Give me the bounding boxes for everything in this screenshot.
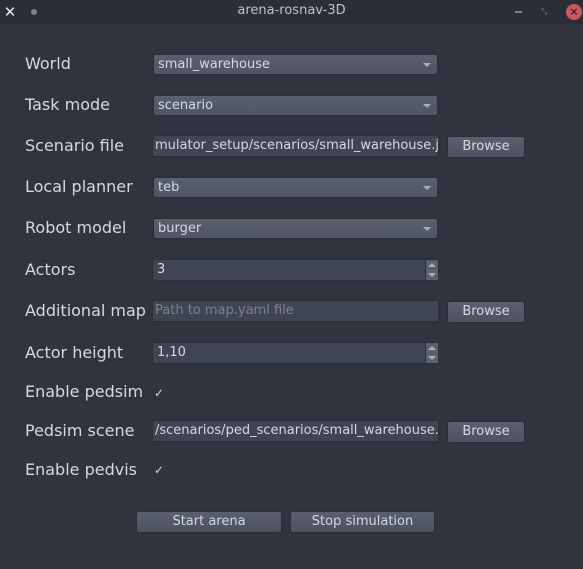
- robot-model-select[interactable]: burger: [153, 218, 438, 239]
- minimize-icon[interactable]: [515, 11, 522, 13]
- spin-down-icon[interactable]: [428, 273, 436, 277]
- spin-up-icon[interactable]: [428, 263, 436, 267]
- task-mode-value: scenario: [158, 98, 214, 113]
- stop-simulation-button[interactable]: Stop simulation: [290, 511, 435, 533]
- robot-model-label: Robot model: [25, 218, 127, 237]
- additional-map-input[interactable]: Path to map.yaml file: [152, 300, 439, 322]
- enable-pedsim-checkbox[interactable]: ✓: [153, 387, 165, 399]
- local-planner-label: Local planner: [25, 177, 133, 196]
- robot-model-value: burger: [158, 221, 202, 236]
- task-mode-label: Task mode: [25, 95, 110, 114]
- world-value: small_warehouse: [158, 57, 270, 72]
- spin-up-icon[interactable]: [428, 346, 436, 350]
- title-bar: ✕ arena-rosnav-3D ⤡ ×: [0, 0, 583, 24]
- scenario-file-input[interactable]: mulator_setup/scenarios/small_warehouse.…: [152, 135, 439, 157]
- maximize-icon[interactable]: ⤡: [541, 8, 548, 16]
- actor-height-value: 1,10: [157, 345, 186, 360]
- close-icon[interactable]: ×: [566, 4, 582, 20]
- window-title: arena-rosnav-3D: [237, 3, 346, 18]
- local-planner-select[interactable]: teb: [153, 177, 438, 198]
- world-select[interactable]: small_warehouse: [153, 54, 438, 75]
- pedsim-scene-label: Pedsim scene: [25, 421, 135, 440]
- pedsim-browse-button[interactable]: Browse: [447, 421, 525, 443]
- scenario-browse-button[interactable]: Browse: [447, 136, 525, 158]
- actors-spinbox[interactable]: 3: [152, 259, 439, 281]
- task-mode-select[interactable]: scenario: [153, 95, 438, 116]
- map-browse-button[interactable]: Browse: [447, 301, 525, 323]
- spin-arrows[interactable]: [425, 343, 438, 363]
- chevron-down-icon: [423, 186, 431, 190]
- start-arena-button[interactable]: Start arena: [136, 511, 282, 533]
- chevron-down-icon: [423, 227, 431, 231]
- actor-height-spinbox[interactable]: 1,10: [152, 342, 439, 364]
- world-label: World: [25, 54, 71, 73]
- enable-pedsim-label: Enable pedsim: [25, 382, 144, 401]
- spin-down-icon[interactable]: [428, 356, 436, 360]
- chevron-down-icon: [423, 63, 431, 67]
- enable-pedvis-label: Enable pedvis: [25, 460, 137, 479]
- enable-pedvis-checkbox[interactable]: ✓: [153, 464, 165, 476]
- local-planner-value: teb: [158, 180, 180, 195]
- additional-map-label: Additional map: [25, 301, 146, 320]
- chevron-down-icon: [423, 104, 431, 108]
- spin-arrows[interactable]: [425, 260, 438, 280]
- scenario-file-label: Scenario file: [25, 136, 125, 155]
- actor-height-label: Actor height: [25, 343, 124, 362]
- pedsim-scene-input[interactable]: /scenarios/ped_scenarios/small_warehouse…: [152, 420, 439, 442]
- actors-label: Actors: [25, 260, 76, 279]
- actors-value: 3: [157, 262, 166, 277]
